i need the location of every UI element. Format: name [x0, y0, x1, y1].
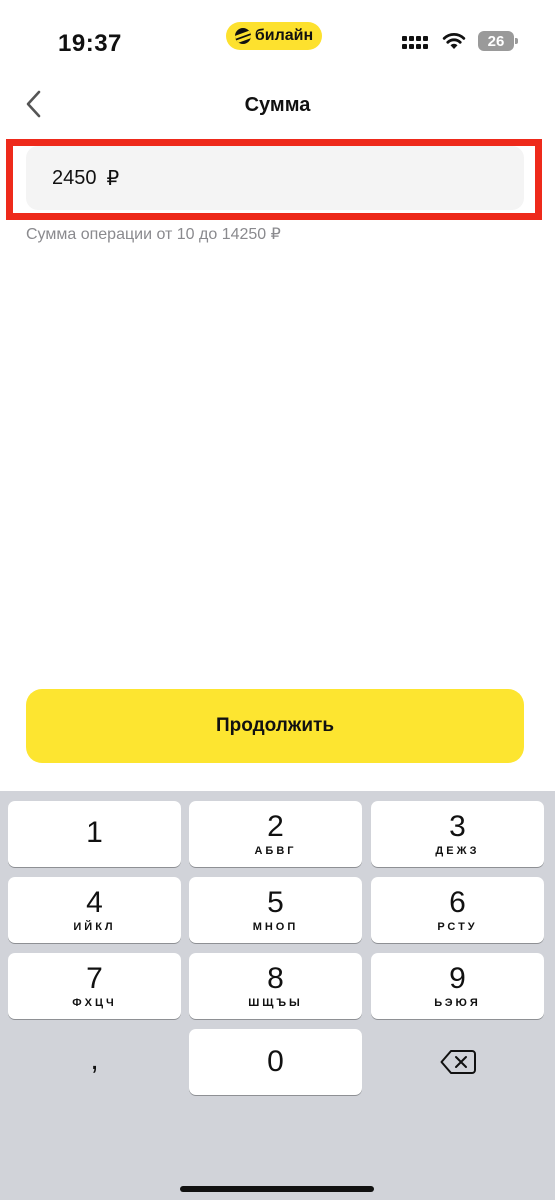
key-letters: МНОП — [252, 921, 299, 933]
amount-hint: Сумма операции от 10 до 14250 ₽ — [26, 226, 281, 243]
key-comma[interactable]: , — [8, 1029, 181, 1095]
key-digit: 6 — [449, 886, 466, 919]
key-digit: 7 — [86, 962, 103, 995]
page-title: Сумма — [244, 94, 311, 116]
key-5[interactable]: 5 МНОП — [189, 877, 362, 943]
backspace-icon — [440, 1050, 476, 1074]
carrier-name: билайн — [254, 27, 314, 44]
key-digit: 3 — [449, 810, 466, 843]
key-digit: 0 — [267, 1045, 284, 1078]
delete-key[interactable] — [371, 1029, 544, 1095]
home-indicator — [180, 1186, 374, 1192]
status-bar: 19:37 билайн 26 — [0, 0, 555, 80]
status-time: 19:37 — [58, 30, 122, 57]
carrier-logo-icon — [234, 28, 251, 44]
key-letters: ФХЦЧ — [72, 997, 117, 1009]
key-8[interactable]: 8 ШЩЪЫ — [189, 953, 362, 1019]
key-letters: ИЙКЛ — [73, 921, 116, 933]
key-digit: 1 — [86, 816, 103, 849]
carrier-pill: билайн — [226, 22, 322, 50]
key-comma-label: , — [90, 1043, 99, 1076]
key-7[interactable]: 7 ФХЦЧ — [8, 953, 181, 1019]
key-digit: 8 — [267, 962, 284, 995]
key-2[interactable]: 2 АБВГ — [189, 801, 362, 867]
battery-icon: 26 — [478, 31, 518, 51]
key-1[interactable]: 1 — [8, 801, 181, 867]
key-digit: 2 — [267, 810, 284, 843]
key-9[interactable]: 9 ЬЭЮЯ — [371, 953, 544, 1019]
key-letters: АБВГ — [254, 845, 297, 857]
wifi-icon — [442, 33, 466, 49]
key-6[interactable]: 6 РСТУ — [371, 877, 544, 943]
signal-icon — [402, 33, 430, 49]
key-3[interactable]: 3 ДЕЖЗ — [371, 801, 544, 867]
key-digit: 5 — [267, 886, 284, 919]
key-digit: 9 — [449, 962, 466, 995]
key-4[interactable]: 4 ИЙКЛ — [8, 877, 181, 943]
key-letters: ШЩЪЫ — [248, 997, 303, 1009]
highlight-frame — [6, 139, 542, 220]
continue-button[interactable]: Продолжить — [26, 689, 524, 763]
key-0[interactable]: 0 — [189, 1029, 362, 1095]
key-letters: ДЕЖЗ — [435, 845, 480, 857]
key-letters: РСТУ — [437, 921, 478, 933]
key-letters: ЬЭЮЯ — [434, 997, 481, 1009]
battery-level: 26 — [487, 32, 505, 50]
numeric-keypad: 1 2 АБВГ 3 ДЕЖЗ 4 ИЙКЛ 5 МНОП 6 РСТУ 7 Ф… — [0, 791, 555, 1200]
key-digit: 4 — [86, 886, 103, 919]
